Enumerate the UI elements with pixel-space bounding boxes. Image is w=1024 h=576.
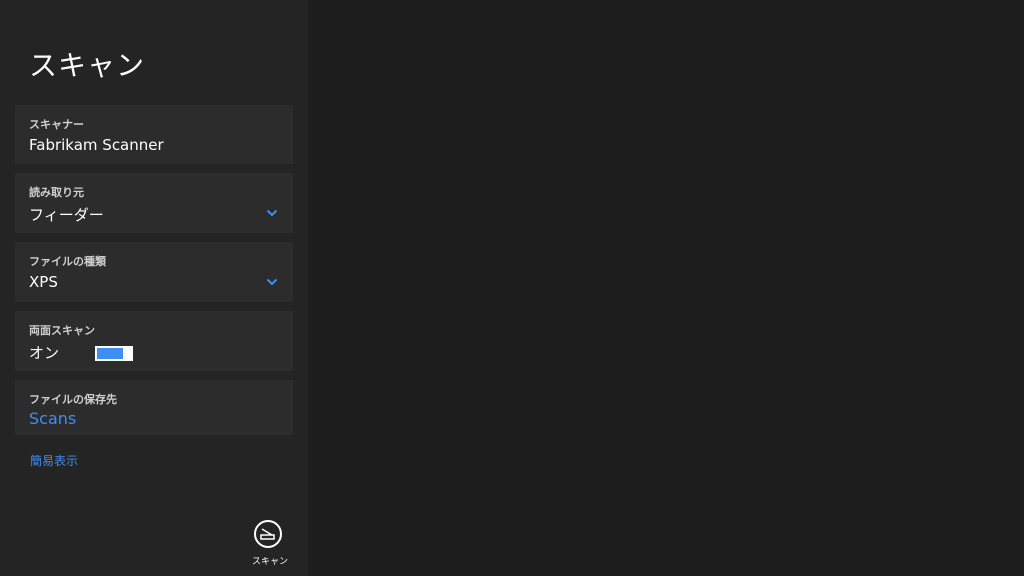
preview-area: [308, 0, 1024, 576]
source-dropdown[interactable]: 読み取り元 フィーダー: [15, 173, 293, 233]
source-value: フィーダー: [29, 206, 104, 224]
scan-button-label: スキャン: [251, 557, 288, 567]
file-type-dropdown[interactable]: ファイルの種類 XPS: [15, 242, 293, 302]
scan-button[interactable]: スキャン: [245, 518, 295, 570]
scan-button-circle: [254, 520, 282, 548]
duplex-setting: 両面スキャン オン: [15, 311, 293, 371]
duplex-toggle[interactable]: [95, 346, 133, 361]
save-location-setting[interactable]: ファイルの保存先 Scans: [15, 380, 293, 435]
source-label: 読み取り元: [29, 186, 84, 199]
toggle-thumb[interactable]: [125, 346, 133, 361]
file-type-label: ファイルの種類: [29, 255, 106, 268]
scan-app: スキャン スキャナー Fabrikam Scanner 読み取り元 フィーダー …: [0, 0, 1024, 576]
scanner-setting[interactable]: スキャナー Fabrikam Scanner: [15, 105, 293, 164]
file-type-value: XPS: [29, 273, 58, 291]
fewer-options-link[interactable]: 簡易表示: [30, 452, 78, 469]
save-location-label: ファイルの保存先: [29, 393, 117, 406]
settings-pane: スキャン スキャナー Fabrikam Scanner 読み取り元 フィーダー …: [0, 0, 308, 576]
duplex-state: オン: [29, 344, 60, 362]
chevron-down-icon: [266, 209, 278, 217]
chevron-down-icon: [266, 278, 278, 286]
page-title: スキャン: [29, 49, 146, 82]
toggle-fill: [97, 348, 123, 359]
save-location-link[interactable]: Scans: [29, 409, 76, 428]
scanner-label: スキャナー: [29, 118, 84, 131]
scanner-icon: [260, 528, 275, 540]
scanner-value: Fabrikam Scanner: [29, 136, 164, 154]
duplex-label: 両面スキャン: [29, 324, 95, 337]
